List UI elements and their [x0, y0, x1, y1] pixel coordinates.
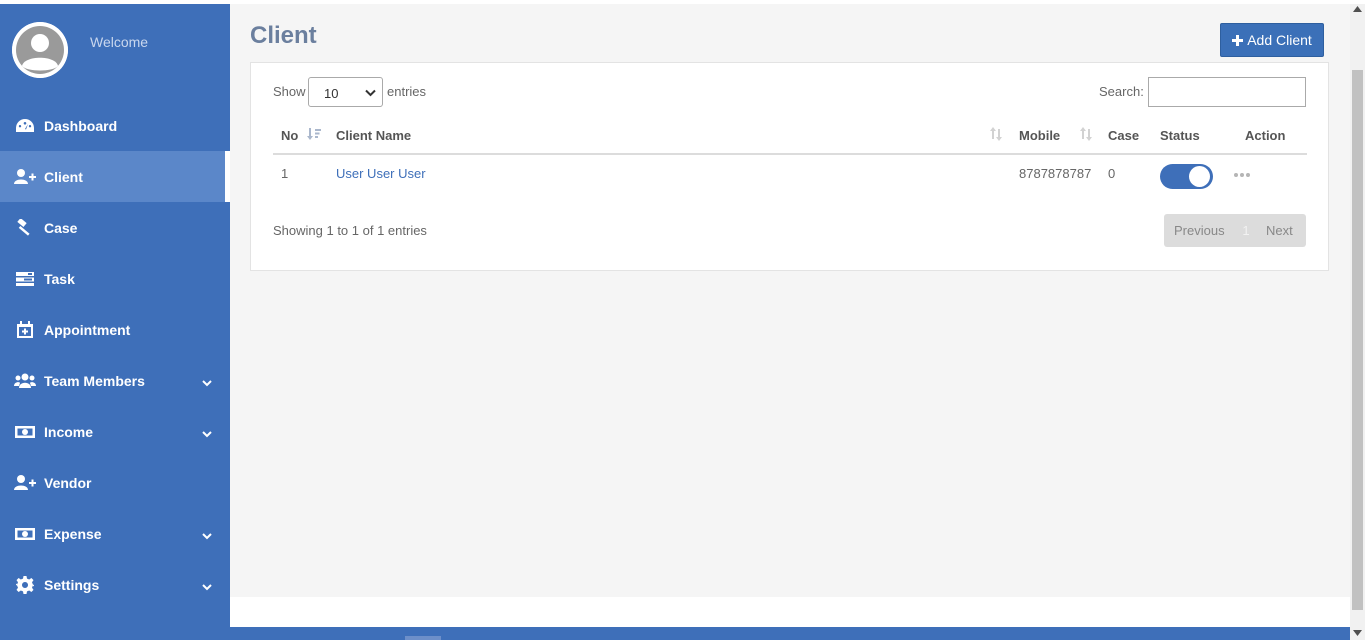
welcome-text: Welcome: [90, 34, 149, 50]
chevron-down-icon: [202, 374, 212, 390]
sort-both-icon[interactable]: [1080, 127, 1092, 141]
sidebar-item-vendor[interactable]: Vendor: [0, 457, 230, 508]
entries-select[interactable]: 10: [308, 77, 383, 107]
entries-value: 10: [324, 86, 339, 101]
chevron-down-icon: [202, 425, 212, 441]
sidebar-item-team-members[interactable]: Team Members: [0, 355, 230, 406]
add-client-label: Add Client: [1247, 32, 1312, 48]
header-divider: [273, 153, 1307, 155]
sidebar-item-label: Settings: [44, 576, 100, 593]
next-button[interactable]: Next: [1258, 223, 1293, 238]
column-header-action: Action: [1245, 128, 1286, 143]
scrollbar-thumb[interactable]: [1352, 70, 1363, 610]
vertical-scrollbar[interactable]: [1350, 4, 1365, 640]
sidebar-item-case[interactable]: Case: [0, 202, 230, 253]
cell-case: 0: [1108, 166, 1116, 181]
dashboard-icon: [14, 117, 36, 135]
sidebar-nav: Dashboard Client Case Task Appointment T…: [0, 100, 230, 610]
column-header-client-name[interactable]: Client Name: [336, 128, 411, 143]
user-plus-icon: [14, 168, 36, 186]
cell-mobile: 8787878787: [1019, 166, 1092, 181]
money-icon: [14, 423, 36, 441]
column-header-status: Status: [1160, 128, 1200, 143]
page-title: Client: [250, 22, 317, 49]
sidebar: Welcome Dashboard Client Case Task Appoi…: [0, 4, 230, 627]
sidebar-item-label: Team Members: [44, 372, 145, 389]
add-client-button[interactable]: Add Client: [1220, 23, 1324, 57]
search-input[interactable]: [1148, 77, 1306, 107]
profile-section: Welcome: [0, 4, 230, 100]
gear-icon: [14, 575, 36, 594]
chevron-down-icon: [202, 527, 212, 543]
chevron-down-icon: [202, 578, 212, 594]
avatar[interactable]: [12, 22, 68, 78]
gavel-icon: [14, 218, 36, 237]
toggle-knob: [1189, 166, 1210, 187]
sidebar-item-settings[interactable]: Settings: [0, 559, 230, 610]
cell-client-name[interactable]: User User User: [336, 166, 426, 181]
sidebar-item-label: Case: [44, 219, 78, 236]
status-toggle[interactable]: [1160, 164, 1213, 189]
sidebar-item-label: Vendor: [44, 474, 92, 491]
column-header-mobile[interactable]: Mobile: [1019, 128, 1060, 143]
sidebar-item-expense[interactable]: Expense: [0, 508, 230, 559]
sidebar-item-dashboard[interactable]: Dashboard: [0, 100, 230, 151]
page-button-1[interactable]: 1: [1234, 223, 1258, 238]
client-table-card: Show 10 entries Search: No Client Name M…: [250, 62, 1329, 271]
user-plus-icon: [14, 474, 36, 492]
sidebar-item-label: Dashboard: [44, 117, 118, 134]
sort-both-icon[interactable]: [990, 127, 1002, 141]
sidebar-item-client[interactable]: Client: [0, 151, 230, 202]
column-header-no[interactable]: No: [281, 128, 298, 143]
previous-button[interactable]: Previous: [1164, 223, 1234, 238]
bottom-bar: [0, 627, 1350, 640]
sidebar-item-label: Income: [44, 423, 94, 440]
sidebar-item-task[interactable]: Task: [0, 253, 230, 304]
tasks-icon: [14, 270, 36, 288]
table-info: Showing 1 to 1 of 1 entries: [273, 223, 427, 238]
scroll-down-arrow-icon[interactable]: [1353, 630, 1362, 636]
sidebar-item-income[interactable]: Income: [0, 406, 230, 457]
more-actions-icon[interactable]: [1234, 173, 1250, 177]
sidebar-item-appointment[interactable]: Appointment: [0, 304, 230, 355]
main-content: Client Add Client Show 10 entries Search…: [230, 4, 1350, 597]
column-header-case[interactable]: Case: [1108, 128, 1139, 143]
chevron-down-icon: [365, 89, 376, 97]
users-icon: [14, 372, 36, 390]
main-footer-area: [230, 597, 1350, 627]
sort-desc-icon[interactable]: [307, 127, 321, 141]
sidebar-item-label: Task: [44, 270, 75, 287]
scroll-up-arrow-icon[interactable]: [1353, 6, 1362, 12]
search-label: Search:: [1099, 84, 1144, 99]
pagination: Previous 1 Next: [1164, 214, 1306, 247]
sidebar-item-label: Expense: [44, 525, 102, 542]
show-label: Show: [273, 84, 306, 99]
sidebar-item-label: Appointment: [44, 321, 131, 338]
cell-no: 1: [281, 166, 289, 181]
calendar-plus-icon: [14, 320, 36, 339]
user-avatar-icon: [12, 22, 68, 78]
money-icon: [14, 525, 36, 543]
sidebar-item-label: Client: [44, 168, 83, 185]
entries-label: entries: [387, 84, 427, 99]
plus-icon: [1232, 34, 1244, 46]
